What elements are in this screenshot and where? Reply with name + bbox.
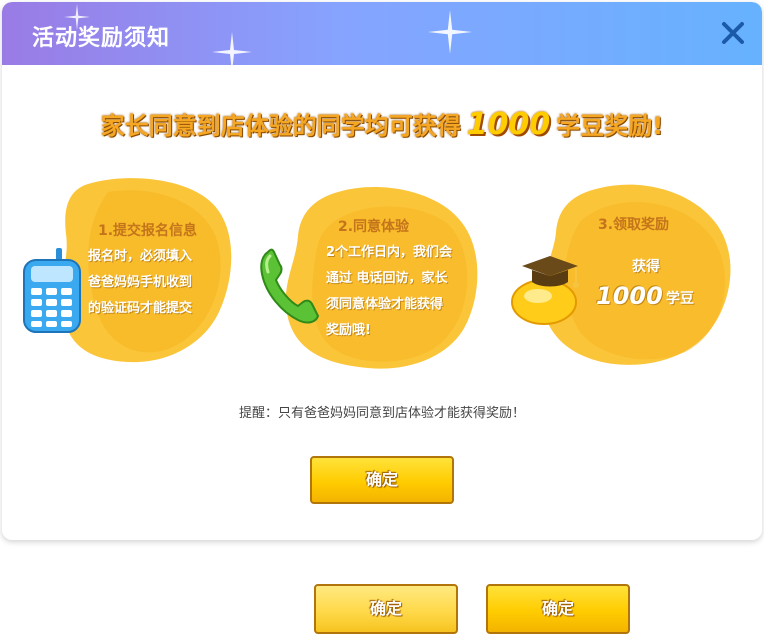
- dialog-header: 活动奖励须知: [2, 2, 762, 72]
- mobile-phone-icon: [23, 248, 81, 333]
- confirm-button-light[interactable]: 确定: [314, 584, 458, 634]
- headline-amount: 1000: [466, 107, 551, 142]
- step-agree-experience: 2.同意体验 2个工作日内，我们会 通过 电话回访，家长 须同意体验才能获得 奖…: [258, 184, 488, 374]
- reward-amount: 1000: [596, 282, 663, 310]
- step-description: 报名时，必须填入 爸爸妈妈手机收到 的验证码才能提交: [88, 244, 192, 322]
- dialog-title: 活动奖励须知: [32, 26, 171, 51]
- step-title: 2.同意体验: [338, 219, 410, 235]
- gold-bean-graduation-cap-icon: [511, 256, 579, 325]
- close-icon: [722, 22, 744, 44]
- close-button[interactable]: [720, 20, 746, 46]
- sparkle-icon: [428, 10, 472, 54]
- step-line: 2个工作日内，我们会: [326, 245, 453, 260]
- reminder-text: 提醒：只有爸爸妈妈同意到店体验才能获得奖励！: [238, 406, 525, 421]
- step-title: 3.领取奖励: [598, 217, 670, 233]
- headline-suffix: 学豆奖励!: [556, 112, 664, 140]
- step-submit-info: 1.提交报名信息 报名时，必须填入 爸爸妈妈手机收到 的验证码才能提交: [18, 174, 238, 374]
- step-line: 奖励哦!: [326, 323, 371, 338]
- reward-label: 获得: [632, 259, 660, 275]
- sparkle-icon: [212, 32, 252, 72]
- confirm-button-active[interactable]: 确定: [486, 584, 630, 634]
- step-description: 2个工作日内，我们会 通过 电话回访，家长 须同意体验才能获得 奖励哦!: [326, 240, 452, 344]
- confirm-button[interactable]: 确定: [310, 456, 454, 504]
- step-line: 的验证码才能提交: [88, 301, 193, 316]
- step-line: 爸爸妈妈手机收到: [88, 275, 193, 290]
- step-claim-reward: 3.领取奖励 获得 1000 学豆: [510, 182, 742, 372]
- headline-prefix: 家长同意到店体验的同学均可获得: [100, 112, 461, 140]
- step-line: 报名时，必须填入: [88, 249, 193, 264]
- step-title: 1.提交报名信息: [98, 223, 198, 239]
- reward-unit: 学豆: [666, 291, 694, 307]
- reward-headline: 家长同意到店体验的同学均可获得 1000 学豆奖励!: [2, 106, 762, 142]
- telephone-handset-icon: [260, 248, 320, 324]
- step-line: 通过 电话回访，家长: [326, 271, 448, 286]
- reward-notice-dialog: 活动奖励须知 家长同意到店体验的同学均可获得 1000 学豆奖励! 1.提交报名信息…: [2, 2, 762, 540]
- step-line: 须同意体验才能获得: [326, 297, 444, 312]
